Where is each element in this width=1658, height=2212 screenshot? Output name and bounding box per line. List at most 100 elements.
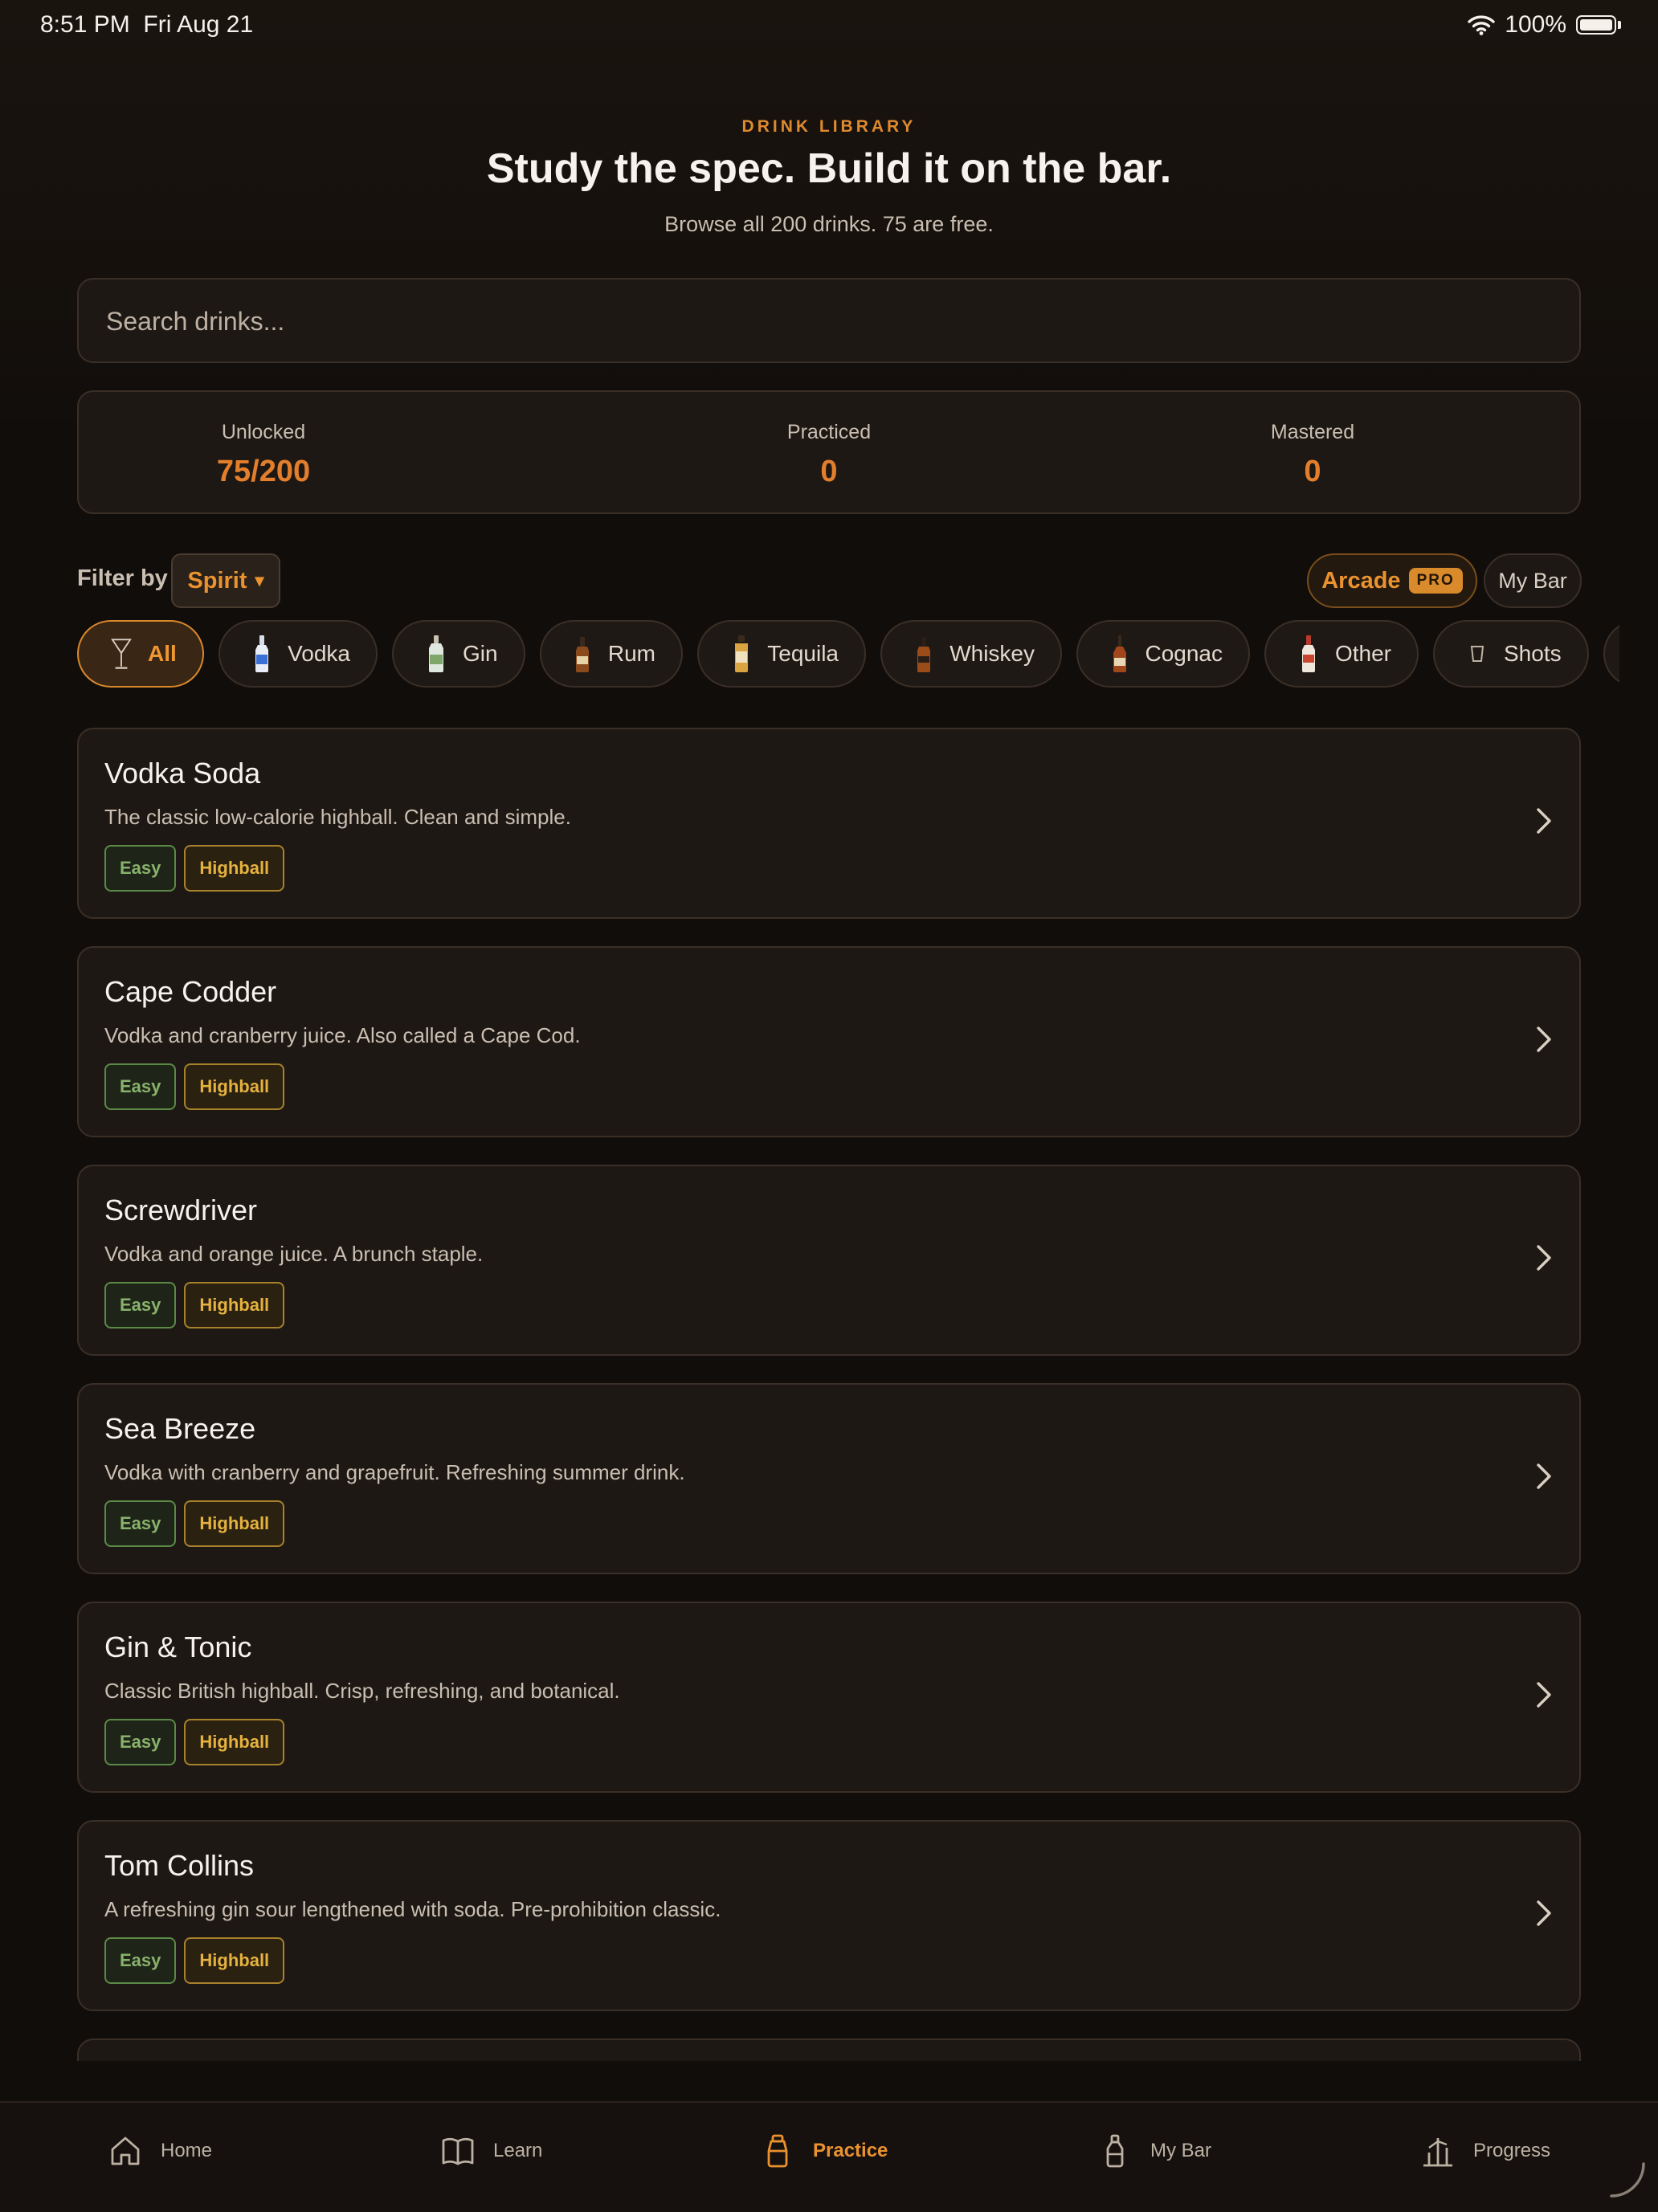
spirit-chip-cognac[interactable]: Cognac [1076,620,1250,688]
stats-panel: Unlocked 75/200 Practiced 0 Mastered 0 [77,390,1581,514]
status-date: Fri Aug 21 [143,11,254,38]
chevron-right-icon [1537,1245,1551,1271]
status-time: 8:51 PM Fri Aug 21 [40,11,253,39]
drink-name: Gin & Tonic [104,1630,252,1663]
drink-list[interactable]: Vodka Soda The classic low-calorie highb… [77,728,1581,2061]
filter-selected-value: Spirit [187,567,247,594]
status-indicators: 100% [1468,11,1621,39]
martini-glass-icon [111,632,132,675]
drink-name: Sea Breeze [104,1412,256,1445]
chip-label: Whiskey [949,641,1035,666]
drink-card[interactable]: Screwdriver Vodka and orange juice. A br… [77,1165,1581,1356]
tab-label: My Bar [1150,2140,1212,2161]
style-tag: Highball [184,845,285,892]
page-title: Study the spec. Build it on the bar. [486,145,1172,192]
status-bar: 8:51 PM Fri Aug 21 100% [0,0,1658,51]
search-box [77,278,1581,363]
chevron-down-icon: ▾ [255,570,264,590]
my-bar-button[interactable]: My Bar [1484,553,1582,608]
spirit-chip-all[interactable]: All [77,620,204,688]
style-tag: Highball [184,1063,285,1110]
section-kicker: DRINK LIBRARY [741,117,917,136]
drink-name: Tom Collins [104,1849,255,1882]
spirit-chip-tequila[interactable]: Tequila [697,620,866,688]
difficulty-tag: Easy [104,1063,177,1110]
spirit-chip-rum[interactable]: Rum [540,620,683,688]
difficulty-tag: Easy [104,845,177,892]
search-input[interactable] [104,280,1554,363]
drink-description: Vodka with cranberry and grapefruit. Ref… [104,1460,685,1484]
drink-card-partial[interactable] [77,2039,1581,2061]
tab-label: Progress [1473,2140,1551,2161]
stat-value: 0 [820,455,838,488]
chip-label: All [148,641,177,666]
style-tag: Highball [184,1500,285,1547]
chip-label: Rum [607,641,655,666]
drink-tags: Easy Highball [104,845,285,892]
drink-tags: Easy Highball [104,1937,285,1984]
chip-label: Tequila [767,641,839,666]
cognac-bottle-icon [1110,632,1129,675]
spirit-filter-row: All Vodka Gin Rum Tequila Whiskey Cognac… [77,620,1619,688]
drink-tags: Easy Highball [104,1282,285,1328]
tab-home[interactable]: Home [108,2127,212,2175]
drink-card[interactable]: Sea Breeze Vodka with cranberry and grap… [77,1383,1581,1574]
drink-description: A refreshing gin sour lengthened with so… [104,1897,721,1921]
drink-card[interactable]: Vodka Soda The classic low-calorie highb… [77,728,1581,919]
resize-handle-icon [1610,2162,1645,2198]
stat-label: Mastered [1270,421,1355,443]
tab-label: Learn [493,2140,543,2161]
spirit-chip-whiskey[interactable]: Whiskey [880,620,1062,688]
drink-description: Classic British highball. Crisp, refresh… [104,1679,620,1703]
spirit-chip-vodka[interactable]: Vodka [218,620,378,688]
chip-label: Cognac [1145,641,1223,666]
tab-progress[interactable]: Progress [1420,2127,1550,2175]
battery-nub [1618,21,1621,29]
spirit-filter-scroller[interactable]: All Vodka Gin Rum Tequila Whiskey Cognac… [77,620,1619,689]
battery-icon [1576,15,1616,35]
home-icon [111,2136,140,2165]
spirit-chip-more[interactable] [1603,620,1619,688]
spirit-chip-gin[interactable]: Gin [392,620,525,688]
drink-card[interactable]: Tom Collins A refreshing gin sour length… [77,1820,1581,2011]
chevron-right-icon [1537,1900,1551,1926]
difficulty-tag: Easy [104,1719,177,1765]
style-tag: Highball [184,1937,285,1984]
chevron-right-icon [1537,1682,1551,1708]
spirit-chip-other[interactable]: Other [1264,620,1419,688]
bottle-icon [1106,2134,1124,2168]
filter-label: Filter by [77,565,168,591]
drink-description: Vodka and cranberry juice. Also called a… [104,1023,581,1047]
tab-practice[interactable]: Practice [760,2127,888,2175]
drink-description: Vodka and orange juice. A brunch staple. [104,1242,484,1266]
wifi-icon [1468,15,1495,35]
tab-my-bar[interactable]: My Bar [1097,2127,1211,2175]
arcade-button[interactable]: Arcade PRO [1307,553,1477,608]
stat-label: Unlocked [221,421,306,443]
chart-icon [1423,2138,1452,2167]
difficulty-tag: Easy [104,1937,177,1984]
whiskey-bottle-icon [914,632,933,675]
tab-learn[interactable]: Learn [440,2127,542,2175]
style-tag: Highball [184,1719,285,1765]
page-subtitle: Browse all 200 drinks. 75 are free. [664,212,994,236]
drink-tags: Easy Highball [104,1719,285,1765]
chevron-right-icon [1537,808,1551,834]
chevron-right-icon [1537,1026,1551,1052]
chip-label: Other [1334,641,1391,666]
filter-dropdown[interactable]: Spirit ▾ [171,553,280,608]
gin-bottle-icon [426,632,447,675]
spirit-chip-shots[interactable]: Shots [1433,620,1589,688]
chip-label: Vodka [288,641,350,666]
chip-label: Shots [1504,641,1562,666]
shaker-icon [767,2134,788,2168]
style-tag: Highball [184,1282,285,1328]
vodka-bottle-icon [252,632,272,675]
stat-value: 75/200 [216,455,311,488]
drink-card[interactable]: Cape Codder Vodka and cranberry juice. A… [77,946,1581,1137]
tab-label: Home [161,2140,213,2161]
drink-card[interactable]: Gin & Tonic Classic British highball. Cr… [77,1602,1581,1793]
drink-name: Cape Codder [104,975,277,1008]
difficulty-tag: Easy [104,1500,177,1547]
battery-percent: 100% [1505,11,1566,38]
